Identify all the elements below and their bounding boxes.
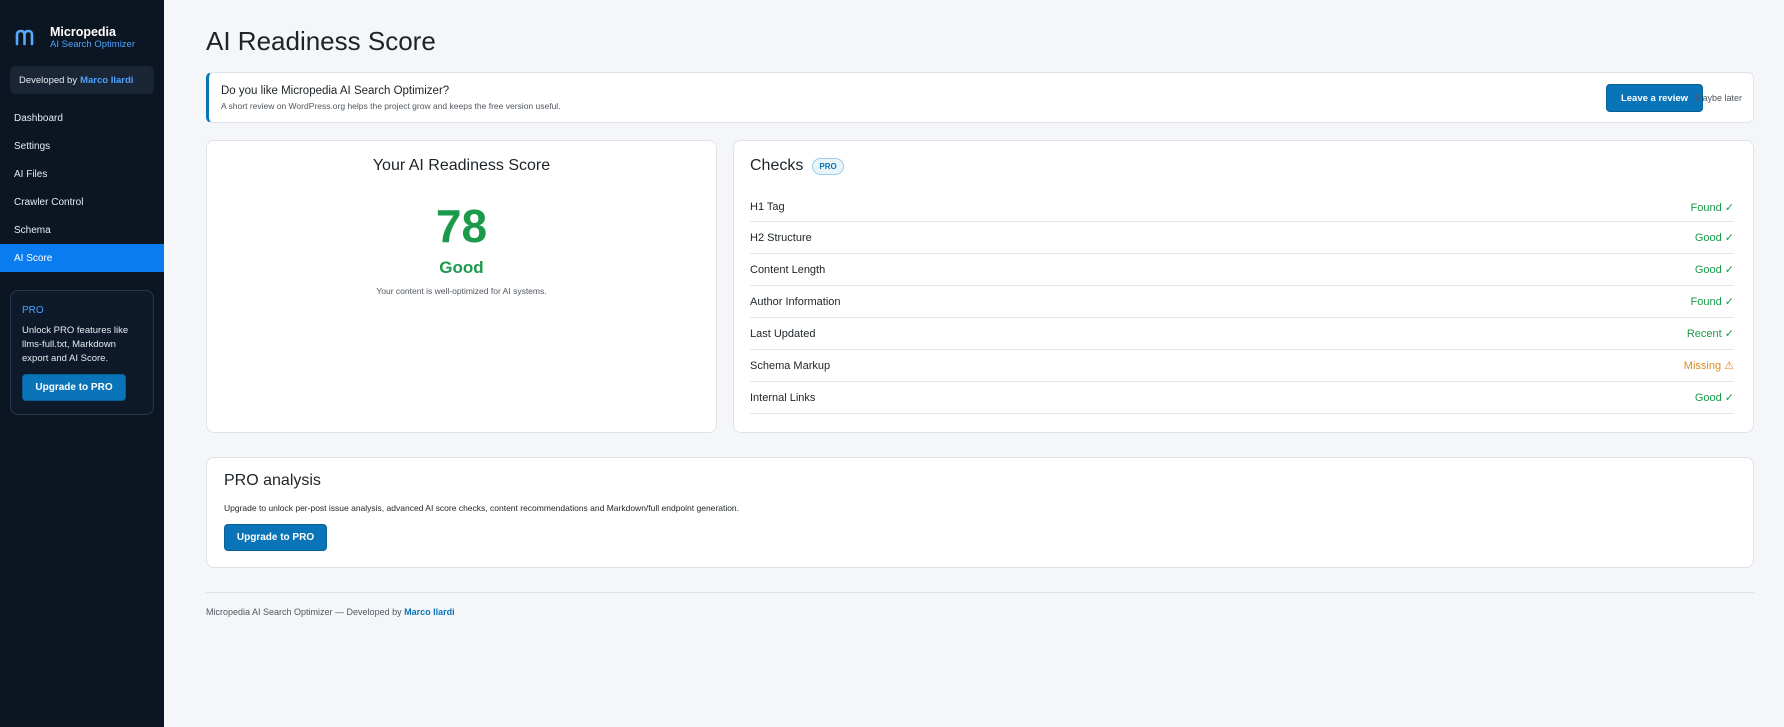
check-row: Content Length Good ✓ <box>750 254 1734 286</box>
score-label: Good <box>439 258 484 277</box>
pro-card-text: Unlock PRO features like llms-full.txt, … <box>22 325 129 364</box>
sidebar-item-ai-score[interactable]: AI Score <box>0 244 164 272</box>
review-notice: Do you like Micropedia AI Search Optimiz… <box>206 72 1754 123</box>
check-name: Last Updated <box>750 327 816 340</box>
notice-title: Do you like Micropedia AI Search Optimiz… <box>221 85 450 97</box>
check-status: Good ✓ <box>1694 232 1734 244</box>
maybe-later-link[interactable]: Maybe later <box>1695 93 1742 103</box>
checks-title: Checks <box>750 157 804 174</box>
sidebar-upgrade-button[interactable]: Upgrade to PRO <box>22 374 126 401</box>
sidebar-item-dashboard[interactable]: Dashboard <box>0 104 164 132</box>
pro-analysis-upgrade-button[interactable]: Upgrade to PRO <box>224 524 327 551</box>
check-status: Good ✓ <box>1694 392 1734 404</box>
developer-link[interactable]: Marco Ilardi <box>80 75 133 86</box>
check-name: Internal Links <box>750 391 816 404</box>
check-row: Author Information Found ✓ <box>750 286 1734 318</box>
sidebar: Micropedia AI Search Optimizer Developed… <box>0 0 164 727</box>
check-name: Content Length <box>750 263 826 276</box>
pro-analysis-text: Upgrade to unlock per-post issue analysi… <box>224 503 740 513</box>
check-name: Author Information <box>750 295 841 308</box>
sidebar-item-settings[interactable]: Settings <box>0 132 164 160</box>
check-row: H1 Tag Found ✓ <box>750 193 1734 222</box>
brand[interactable]: Micropedia AI Search Optimizer <box>0 0 164 54</box>
developed-by-box: Developed by Marco Ilardi <box>10 66 154 94</box>
check-row: Internal Links Good ✓ <box>750 382 1734 414</box>
pro-badge: PRO <box>812 157 844 175</box>
checks-card: Checks PRO H1 Tag Found ✓ H2 Structure G… <box>733 140 1754 433</box>
brand-name: Micropedia <box>50 24 116 39</box>
check-row: Last Updated Recent ✓ <box>750 318 1734 350</box>
score-description: Your content is well-optimized for AI sy… <box>376 286 547 296</box>
score-card: Your AI Readiness Score 78 Good Your con… <box>206 140 717 433</box>
check-list: H1 Tag Found ✓ H2 Structure Good ✓ Conte… <box>750 193 1734 414</box>
footer: Micropedia AI Search Optimizer — Develop… <box>206 607 455 617</box>
brand-subtitle: AI Search Optimizer <box>50 38 135 50</box>
sidebar-item-schema[interactable]: Schema <box>0 216 164 244</box>
sidebar-item-crawler-control[interactable]: Crawler Control <box>0 188 164 216</box>
leave-review-button[interactable]: Leave a review <box>1606 84 1703 112</box>
sidebar-item-ai-files[interactable]: AI Files <box>0 160 164 188</box>
check-row: H2 Structure Good ✓ <box>750 222 1734 254</box>
footer-divider <box>206 592 1754 593</box>
footer-text: Micropedia AI Search Optimizer — Develop… <box>206 607 402 617</box>
check-status-warning: Missing ⚠ <box>1683 360 1734 372</box>
page-title: AI Readiness Score <box>206 26 436 56</box>
check-status: Good ✓ <box>1694 264 1734 276</box>
check-name: Schema Markup <box>750 359 831 372</box>
check-name: H2 Structure <box>750 231 812 244</box>
sidebar-pro-card: PRO Unlock PRO features like llms-full.t… <box>10 290 154 415</box>
score-value: 78 <box>435 200 488 252</box>
notice-text: A short review on WordPress.org helps th… <box>221 101 561 111</box>
check-status: Found ✓ <box>1690 201 1734 214</box>
check-status: Found ✓ <box>1690 296 1734 308</box>
checks-header: Checks PRO <box>750 157 844 175</box>
sidebar-nav: Dashboard Settings AI Files Crawler Cont… <box>0 104 164 272</box>
pro-analysis-card: PRO analysis Upgrade to unlock per-post … <box>206 457 1754 568</box>
check-name: H1 Tag <box>750 201 785 213</box>
footer-developer-link[interactable]: Marco Ilardi <box>404 607 455 617</box>
pro-card-title: PRO <box>22 305 44 316</box>
pro-analysis-title: PRO analysis <box>224 472 321 489</box>
score-title: Your AI Readiness Score <box>372 157 551 174</box>
check-status: Recent ✓ <box>1686 328 1734 340</box>
m-logo-icon <box>15 29 34 46</box>
developed-by-prefix: Developed by <box>19 74 78 86</box>
check-row: Schema Markup Missing ⚠ <box>750 350 1734 382</box>
